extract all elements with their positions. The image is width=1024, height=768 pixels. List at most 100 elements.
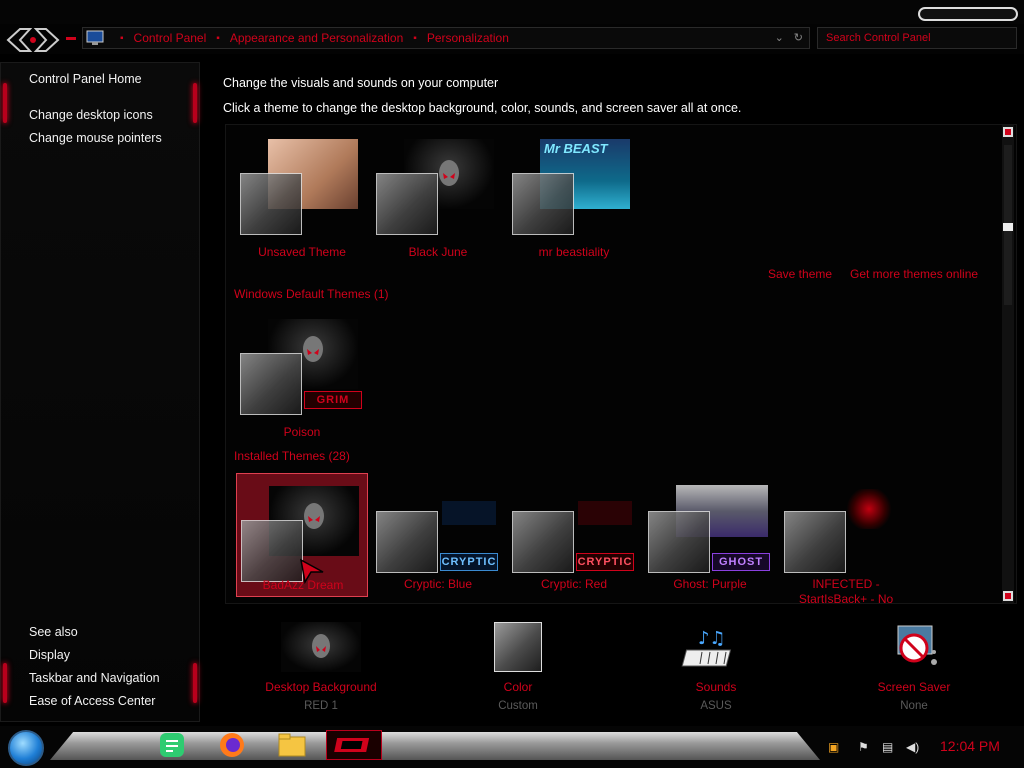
- theme-item-cryptic-red[interactable]: CRYPTIC Cryptic: Red: [508, 473, 640, 593]
- theme-color-swatch: [784, 511, 846, 573]
- theme-badge: CRYPTIC: [440, 553, 498, 571]
- svg-text:♪♫: ♪♫: [698, 628, 726, 649]
- theme-color-swatch: [648, 511, 710, 573]
- sidebar-accent: [193, 663, 197, 703]
- sidebar-item-display[interactable]: Display: [29, 648, 70, 662]
- taskbar-notes-app[interactable]: [144, 730, 200, 760]
- taskbar-firefox[interactable]: [204, 730, 260, 760]
- sidebar-item-mouse-pointers[interactable]: Change mouse pointers: [29, 131, 162, 145]
- start-button[interactable]: [8, 730, 44, 766]
- theme-label: BadAzz Dream: [262, 578, 344, 592]
- desktop-background-label: Desktop Background: [265, 680, 377, 694]
- personalization-window-icon: [334, 738, 370, 752]
- sidebar-item-home[interactable]: Control Panel Home: [29, 72, 142, 86]
- chevron-down-icon[interactable]: ⌄: [775, 31, 784, 44]
- action-center-icon[interactable]: ⚑: [858, 740, 869, 754]
- see-also-title: See also: [29, 625, 78, 639]
- sidebar-item-desktop-icons[interactable]: Change desktop icons: [29, 108, 153, 122]
- default-themes-title: Windows Default Themes (1): [234, 287, 389, 301]
- screen-saver-label: Screen Saver: [877, 680, 951, 694]
- theme-color-swatch: [376, 173, 438, 235]
- theme-color-swatch: [512, 173, 574, 235]
- theme-label: Cryptic: Blue: [403, 577, 473, 591]
- desktop-background-option[interactable]: Desktop Background RED 1: [241, 622, 401, 712]
- taskbar-personalization[interactable]: [326, 730, 382, 760]
- breadcrumb-appearance[interactable]: Appearance and Personalization: [230, 31, 403, 45]
- theme-label: mr beastiality: [538, 245, 610, 259]
- theme-list-scrollbar[interactable]: [1002, 125, 1014, 603]
- sounds-label: Sounds: [695, 680, 737, 694]
- scroll-down-button[interactable]: [1003, 591, 1013, 601]
- scroll-grip[interactable]: [1003, 223, 1013, 231]
- taskbar: ▣ ⚑ ▤ ◀) 12:04 PM: [0, 726, 1024, 768]
- theme-item-black-june[interactable]: Black June: [372, 127, 504, 259]
- refresh-icon[interactable]: ↻: [794, 31, 803, 44]
- theme-color-swatch: [241, 520, 303, 582]
- color-option[interactable]: Color Custom: [438, 622, 598, 712]
- search-input[interactable]: Search Control Panel: [817, 27, 1017, 49]
- theme-badge: GHOST: [712, 553, 770, 571]
- theme-label: Cryptic: Red: [540, 577, 608, 591]
- theme-label: Poison: [283, 425, 321, 439]
- get-more-themes-link[interactable]: Get more themes online: [850, 267, 978, 281]
- theme-item-infected[interactable]: INFECTED - StartIsBack+ - No: [780, 473, 912, 603]
- theme-color-swatch: [240, 353, 302, 415]
- scroll-up-button[interactable]: [1003, 127, 1013, 137]
- breadcrumb-separator: ▪: [413, 32, 417, 44]
- theme-item-cryptic-blue[interactable]: CRYPTIC Cryptic: Blue: [372, 473, 504, 593]
- sidebar-accent: [193, 83, 197, 123]
- window-caption-buttons[interactable]: [918, 7, 1018, 21]
- theme-list: Unsaved Theme Black June Mr BEAST mr bea…: [225, 124, 1017, 604]
- sidebar-item-taskbar[interactable]: Taskbar and Navigation: [29, 671, 160, 685]
- firefox-icon: [220, 733, 244, 757]
- theme-item-mr-beastiality[interactable]: Mr BEAST mr beastiality: [508, 127, 640, 259]
- breadcrumb-separator: ▪: [120, 32, 124, 44]
- theme-item-poison[interactable]: GRIM Poison: [236, 307, 368, 439]
- theme-color-swatch: [512, 511, 574, 573]
- recent-pages-icon[interactable]: ▬: [66, 32, 76, 43]
- sidebar: Control Panel Home Change desktop icons …: [0, 62, 200, 722]
- breadcrumb-control-panel[interactable]: Control Panel: [134, 31, 207, 45]
- control-panel-icon: [86, 30, 104, 45]
- theme-label: INFECTED - StartIsBack+ - No: [798, 577, 894, 604]
- back-forward-buttons[interactable]: [6, 27, 60, 53]
- sidebar-item-ease-of-access[interactable]: Ease of Access Center: [29, 694, 155, 708]
- sidebar-accent: [3, 663, 7, 703]
- address-bar[interactable]: ▪ Control Panel ▪ Appearance and Persona…: [82, 27, 810, 49]
- alien-head-icon: [312, 634, 330, 658]
- clock[interactable]: 12:04 PM: [940, 738, 1000, 754]
- sounds-option[interactable]: ♪♫ Sounds ASUS: [636, 622, 796, 712]
- page-title: Change the visuals and sounds on your co…: [223, 76, 499, 90]
- theme-badge: GRIM: [304, 391, 362, 409]
- sounds-icon: ♪♫: [676, 622, 756, 672]
- desktop-background-value: RED 1: [304, 700, 338, 712]
- color-label: Color: [503, 680, 533, 694]
- theme-wallpaper: [844, 489, 894, 529]
- color-swatch: [494, 622, 542, 672]
- theme-color-swatch: [376, 511, 438, 573]
- theme-label: Black June: [408, 245, 468, 259]
- theme-item-unsaved[interactable]: Unsaved Theme: [236, 127, 368, 259]
- theme-label: Unsaved Theme: [258, 245, 346, 259]
- save-theme-link[interactable]: Save theme: [768, 267, 832, 281]
- main-content: Change the visuals and sounds on your co…: [205, 62, 1024, 726]
- installed-themes-title: Installed Themes (28): [234, 449, 350, 463]
- taskbar-file-explorer[interactable]: [264, 730, 320, 760]
- volume-icon[interactable]: ◀): [906, 740, 919, 754]
- screen-saver-value: None: [900, 700, 928, 712]
- theme-item-badazz-dream[interactable]: BadAzz Dream: [236, 473, 368, 597]
- breadcrumb-personalization[interactable]: Personalization: [427, 31, 509, 45]
- screen-saver-option[interactable]: Screen Saver None: [834, 622, 994, 712]
- theme-label: Ghost: Purple: [673, 577, 747, 591]
- network-icon[interactable]: ▤: [882, 740, 893, 754]
- theme-badge: CRYPTIC: [576, 553, 634, 571]
- sidebar-accent: [3, 83, 7, 123]
- theme-item-ghost-purple[interactable]: GHOST Ghost: Purple: [644, 473, 776, 593]
- screen-saver-icon: [874, 622, 954, 672]
- window-titlebar: [0, 0, 1024, 26]
- color-value: Custom: [498, 700, 538, 712]
- wallpaper-caption: Mr BEAST: [544, 141, 608, 156]
- desktop-background-thumbnail: [281, 622, 361, 672]
- tray-app-icon[interactable]: ▣: [828, 740, 839, 754]
- breadcrumb-separator: ▪: [216, 32, 220, 44]
